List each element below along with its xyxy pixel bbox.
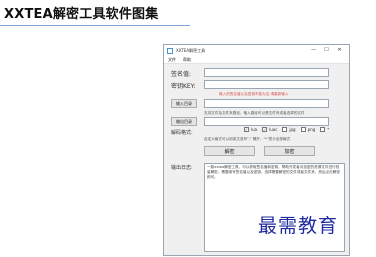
app-icon <box>167 47 173 54</box>
custom-format-hint: 自定义格式可以用英文逗号"," 隔开，"*"表示全部格式 <box>204 137 291 141</box>
window-titlebar[interactable]: XXTEA解密工具 — ☐ ✕ <box>164 45 349 56</box>
option-png[interactable]: png <box>300 127 315 132</box>
option-luac[interactable]: ✓ luac <box>262 127 277 132</box>
watermark-text: 最需教育 <box>258 215 339 237</box>
menu-file[interactable]: 文件 <box>168 57 176 63</box>
format-options: ✓ lua ✓ luac jpg png * <box>244 127 334 132</box>
png-checkbox[interactable] <box>300 127 306 132</box>
jpg-checkbox[interactable] <box>282 127 288 132</box>
close-button[interactable]: ✕ <box>333 45 346 56</box>
key-hint: 输入的签名值以及密钥不能为空,请重新输入 <box>219 92 289 96</box>
key-label: 密钥KEY: <box>171 83 196 90</box>
lua-checkbox[interactable]: ✓ <box>244 127 249 132</box>
menu-bar: 文件 帮助 <box>164 56 349 64</box>
dir-hint: 支持文件及文件夹路径，输入路径可以是文件夹或者选择的文件 <box>204 111 305 115</box>
minimize-button[interactable]: — <box>307 45 320 56</box>
output-dir-field[interactable] <box>204 117 329 126</box>
luac-checkbox[interactable]: ✓ <box>262 127 268 132</box>
sign-label: 签名值: <box>171 71 192 78</box>
window-title: XXTEA解密工具 <box>176 47 206 53</box>
page-title: XXTEA解密工具软件图集 <box>4 7 159 22</box>
maximize-button[interactable]: ☐ <box>320 45 333 56</box>
title-divider <box>0 25 190 26</box>
sign-input[interactable] <box>204 68 329 77</box>
decrypt-button[interactable]: 解密 <box>204 146 255 156</box>
encrypt-button[interactable]: 加密 <box>264 146 315 156</box>
menu-help[interactable]: 帮助 <box>183 57 191 63</box>
key-input[interactable] <box>204 80 329 89</box>
output-log[interactable]: 一款xxtea解密工具，可以获取签名值和密钥，帮助开发者对加密的资源文件进行批量… <box>204 163 345 252</box>
option-all[interactable]: * <box>320 127 329 132</box>
log-label: 输出日志: <box>171 165 193 171</box>
option-lua[interactable]: ✓ lua <box>244 127 257 132</box>
input-dir-button[interactable]: 输入目录 <box>171 99 197 108</box>
decrypt-format-label: 解码格式: <box>171 130 193 136</box>
output-dir-button[interactable]: 输出目录 <box>171 117 197 126</box>
input-dir-field[interactable] <box>204 99 329 108</box>
all-checkbox[interactable] <box>320 127 326 132</box>
option-jpg[interactable]: jpg <box>282 127 296 132</box>
